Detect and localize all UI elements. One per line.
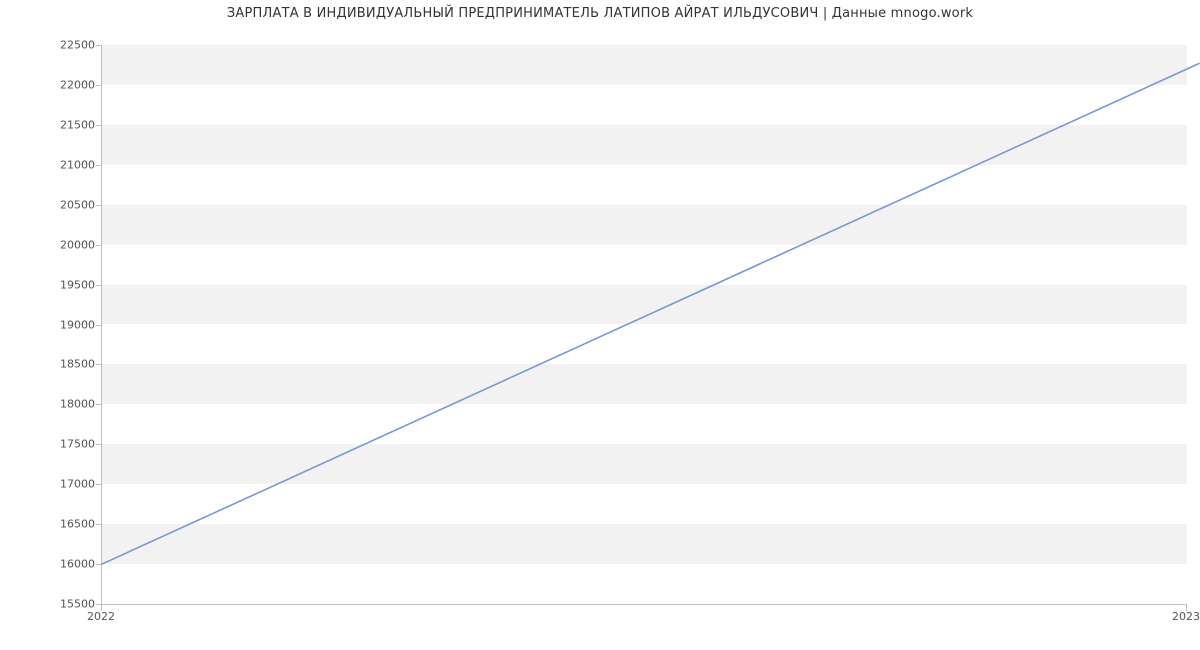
y-tick-label: 22000 xyxy=(35,78,95,91)
plot-area xyxy=(101,45,1187,605)
y-tick-mark xyxy=(96,165,101,166)
y-tick-label: 17000 xyxy=(35,478,95,491)
y-tick-label: 20000 xyxy=(35,238,95,251)
y-tick-label: 21000 xyxy=(35,158,95,171)
y-tick-mark xyxy=(96,85,101,86)
chart-title: ЗАРПЛАТА В ИНДИВИДУАЛЬНЫЙ ПРЕДПРИНИМАТЕЛ… xyxy=(0,6,1200,21)
y-tick-label: 20500 xyxy=(35,198,95,211)
y-tick-mark xyxy=(96,205,101,206)
y-tick-mark xyxy=(96,325,101,326)
x-tick-mark xyxy=(1186,605,1187,611)
y-tick-mark xyxy=(96,245,101,246)
y-tick-mark xyxy=(96,125,101,126)
y-tick-label: 22500 xyxy=(35,39,95,52)
x-tick-mark xyxy=(101,605,102,611)
x-tick-label: 2023 xyxy=(1172,610,1200,623)
y-tick-mark xyxy=(96,45,101,46)
y-tick-label: 18000 xyxy=(35,398,95,411)
y-tick-label: 16000 xyxy=(35,558,95,571)
line-series-salary xyxy=(102,63,1199,564)
y-tick-mark xyxy=(96,564,101,565)
series-layer xyxy=(102,45,1187,604)
y-tick-label: 15500 xyxy=(35,598,95,611)
y-tick-mark xyxy=(96,364,101,365)
y-tick-mark xyxy=(96,484,101,485)
y-tick-label: 19000 xyxy=(35,318,95,331)
y-tick-label: 17500 xyxy=(35,438,95,451)
y-tick-label: 18500 xyxy=(35,358,95,371)
chart-container: ЗАРПЛАТА В ИНДИВИДУАЛЬНЫЙ ПРЕДПРИНИМАТЕЛ… xyxy=(0,0,1200,650)
x-tick-label: 2022 xyxy=(87,610,115,623)
y-tick-mark xyxy=(96,404,101,405)
y-tick-mark xyxy=(96,524,101,525)
y-tick-mark xyxy=(96,285,101,286)
y-tick-label: 19500 xyxy=(35,278,95,291)
y-tick-label: 16500 xyxy=(35,518,95,531)
y-tick-label: 21500 xyxy=(35,118,95,131)
y-tick-mark xyxy=(96,444,101,445)
